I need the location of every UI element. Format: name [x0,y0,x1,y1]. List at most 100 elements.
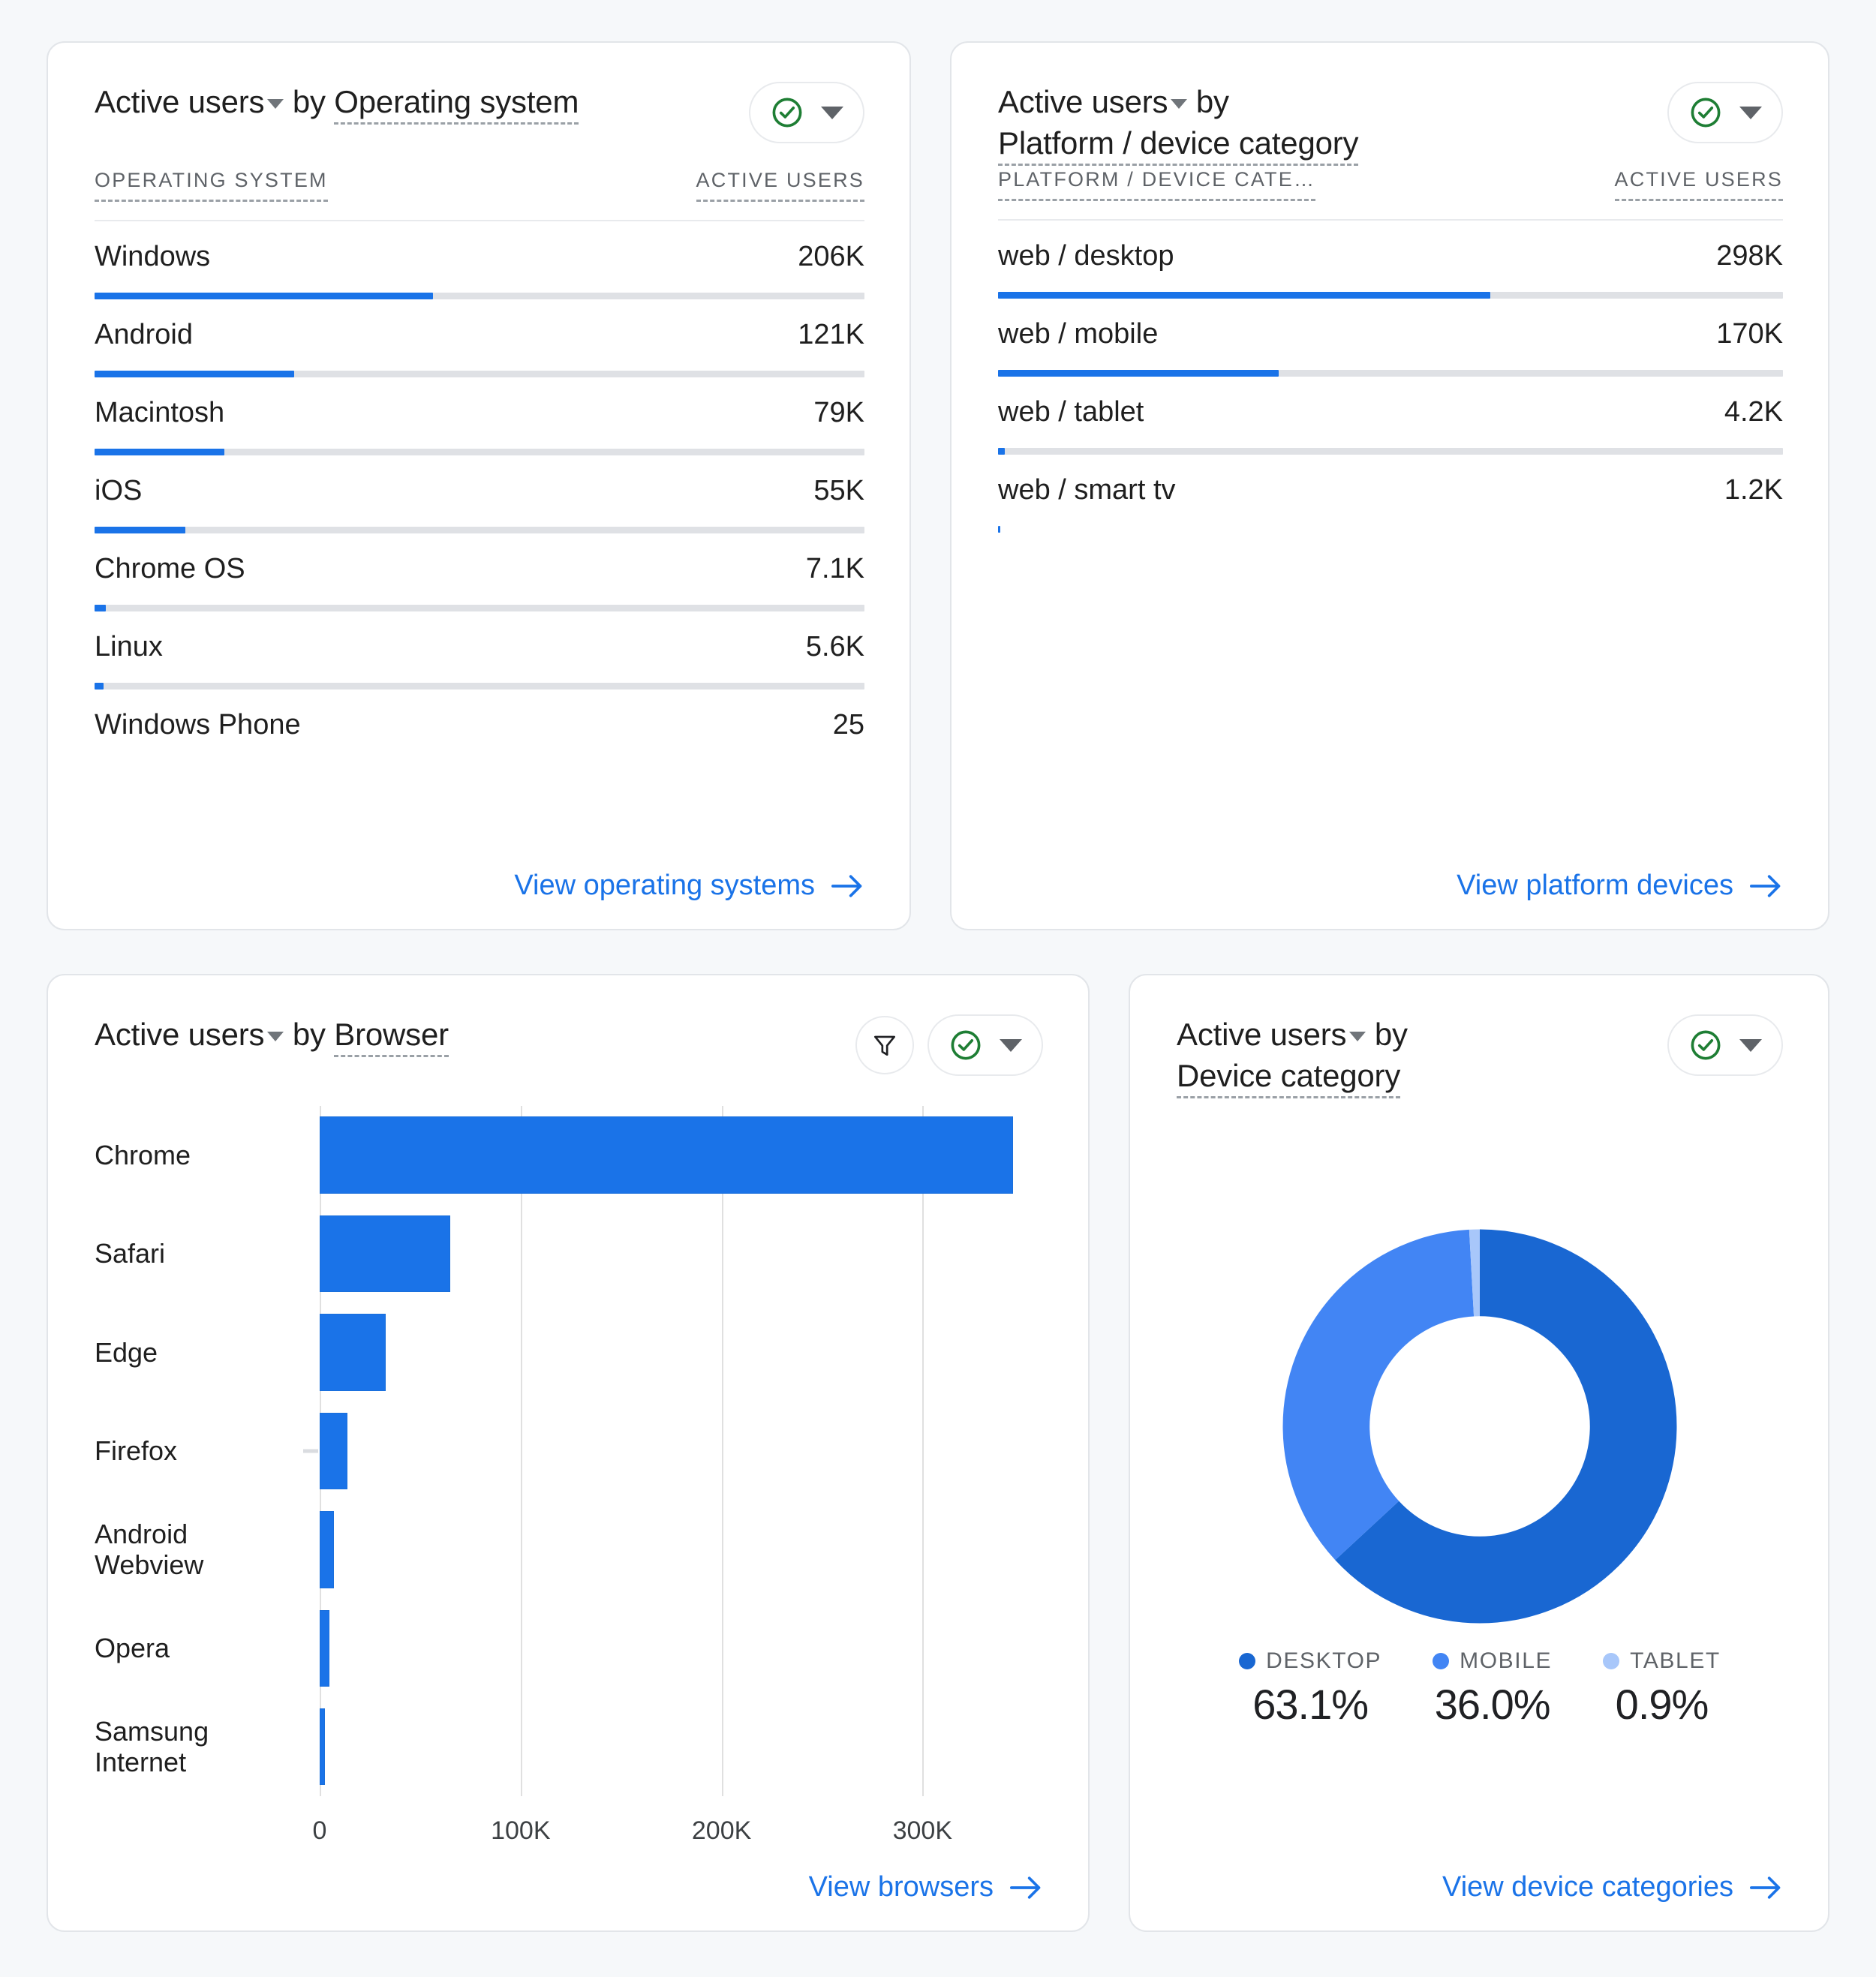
card-title: Active users by Device category [1177,1014,1408,1098]
metric-selector-label[interactable]: Active users [95,84,265,119]
row-bar-fill [998,292,1490,299]
legend-item-desktop[interactable]: DESKTOP 63.1% [1213,1648,1407,1729]
row-bar-placeholder [95,761,864,768]
table-row[interactable]: Windows 206K [95,221,864,299]
legend-item-tablet[interactable]: TABLET 0.9% [1577,1648,1746,1729]
bar-slot [303,1303,1043,1453]
bar-slot [303,1204,1043,1453]
table-row[interactable]: iOS 55K [95,455,864,533]
view-device-categories-link[interactable]: View device categories [1442,1871,1783,1903]
row-bar-fill [95,449,225,455]
column-header-metric[interactable]: ACTIVE USERS [1614,168,1783,202]
axis-label: Samsung Internet [95,1715,209,1778]
row-value: 1.2K [1724,474,1783,506]
card-header: Active users by Platform / device catego… [998,82,1783,166]
row-bar-track [998,370,1783,377]
view-platform-devices-link[interactable]: View platform devices [1457,870,1783,902]
row-label: web / desktop [998,240,1174,272]
os-table: OPERATING SYSTEM ACTIVE USERS Windows 20… [95,169,864,768]
bar-slot [303,1449,1043,1599]
card-header: Active users by Browser [95,1014,1043,1076]
data-quality-button[interactable] [749,82,864,143]
card-browser: Active users by Browser Chrome Safari Ed… [47,974,1090,1932]
bar-samsung-internet[interactable] [320,1708,325,1786]
row-bar-fill [998,526,1000,533]
card-footer: View browsers [95,1849,1043,1903]
bar-slot [303,1449,1043,1796]
view-browsers-link[interactable]: View browsers [809,1871,1043,1903]
data-quality-button[interactable] [1667,82,1783,143]
chevron-down-icon [1000,1038,1022,1052]
row-value: 55K [813,475,864,506]
legend-item-mobile[interactable]: MOBILE 36.0% [1407,1648,1577,1729]
table-row[interactable]: web / desktop 298K [998,221,1783,299]
row-label: web / tablet [998,396,1144,428]
row-label: Chrome OS [95,553,245,584]
by-label: by [1374,1017,1408,1052]
column-header-dimension[interactable]: OPERATING SYSTEM [95,169,328,202]
table-row[interactable]: web / smart tv 1.2K [998,455,1783,533]
legend-value: 36.0% [1434,1681,1551,1729]
card-header-actions [855,1014,1043,1076]
card-header-actions [1667,1014,1783,1076]
filter-button[interactable] [855,1016,914,1074]
card-header-actions [749,82,864,143]
legend-value: 0.9% [1615,1681,1709,1729]
row-bar-fill [998,448,1006,455]
dashboard-page: Active users by Operating system OPERATI… [0,0,1876,1977]
footer-link-label: View browsers [808,1871,994,1903]
bar-firefox[interactable] [320,1412,348,1490]
row-label: Windows Phone [95,709,301,741]
arrow-right-icon [1750,1876,1781,1899]
card-title: Active users by Operating system [95,82,579,125]
row-label: Linux [95,631,163,663]
metric-selector-label[interactable]: Active users [998,84,1168,119]
bar-edge[interactable] [320,1314,386,1391]
table-row[interactable]: Windows Phone 25 [95,690,864,768]
table-row[interactable]: Android 121K [95,299,864,377]
legend-value: 63.1% [1252,1681,1369,1729]
chevron-down-icon[interactable] [267,1032,284,1042]
dimension-selector-label[interactable]: Browser [334,1017,449,1057]
row-label: Android [95,319,193,350]
arrow-right-icon [1750,874,1781,897]
table-row[interactable]: Chrome OS 7.1K [95,533,864,611]
chevron-down-icon[interactable] [1171,99,1188,110]
funnel-filter-icon [873,1035,896,1056]
row-bar-track [95,527,864,533]
bar-chart-category-axis: Chrome Safari Edge Firefox Android Webvi… [95,1106,320,1849]
data-quality-button[interactable] [1667,1014,1783,1076]
dimension-selector-label[interactable]: Platform / device category [998,125,1359,166]
column-header-dimension[interactable]: PLATFORM / DEVICE CATE… [998,168,1316,202]
bar-safari[interactable] [320,1215,451,1293]
metric-selector-label[interactable]: Active users [1177,1017,1347,1052]
by-label: by [292,84,326,119]
axis-label: Safari [95,1238,166,1269]
cards-row-top: Active users by Operating system OPERATI… [47,41,1829,930]
dimension-selector-label[interactable]: Operating system [334,84,579,125]
table-row[interactable]: web / tablet 4.2K [998,377,1783,455]
card-header: Active users by Device category [1177,1014,1783,1098]
table-row[interactable]: Macintosh 79K [95,377,864,455]
by-label: by [292,1017,326,1052]
chevron-down-icon[interactable] [1349,1032,1366,1042]
row-value: 5.6K [805,631,864,663]
dimension-selector-label[interactable]: Device category [1177,1057,1400,1098]
axis-label: Edge [95,1336,158,1368]
column-header-metric[interactable]: ACTIVE USERS [696,169,864,202]
legend-color-swatch [1239,1653,1256,1670]
metric-selector-label[interactable]: Active users [95,1017,265,1052]
circle-check-icon [772,98,802,128]
table-row[interactable]: web / mobile 170K [998,299,1783,377]
bar-opera[interactable] [320,1609,330,1687]
chevron-down-icon[interactable] [267,99,284,110]
view-operating-systems-link[interactable]: View operating systems [514,870,864,902]
browser-bar-chart: Chrome Safari Edge Firefox Android Webvi… [95,1106,1043,1849]
data-quality-button[interactable] [927,1014,1043,1076]
bar-android-webview[interactable] [320,1511,334,1588]
cards-row-bottom: Active users by Browser Chrome Safari Ed… [47,974,1829,1932]
table-row[interactable]: Linux 5.6K [95,611,864,690]
bar-slot [303,1106,1043,1453]
bar-chrome[interactable] [320,1116,1013,1194]
platform-table: PLATFORM / DEVICE CATE… ACTIVE USERS web… [998,168,1783,533]
